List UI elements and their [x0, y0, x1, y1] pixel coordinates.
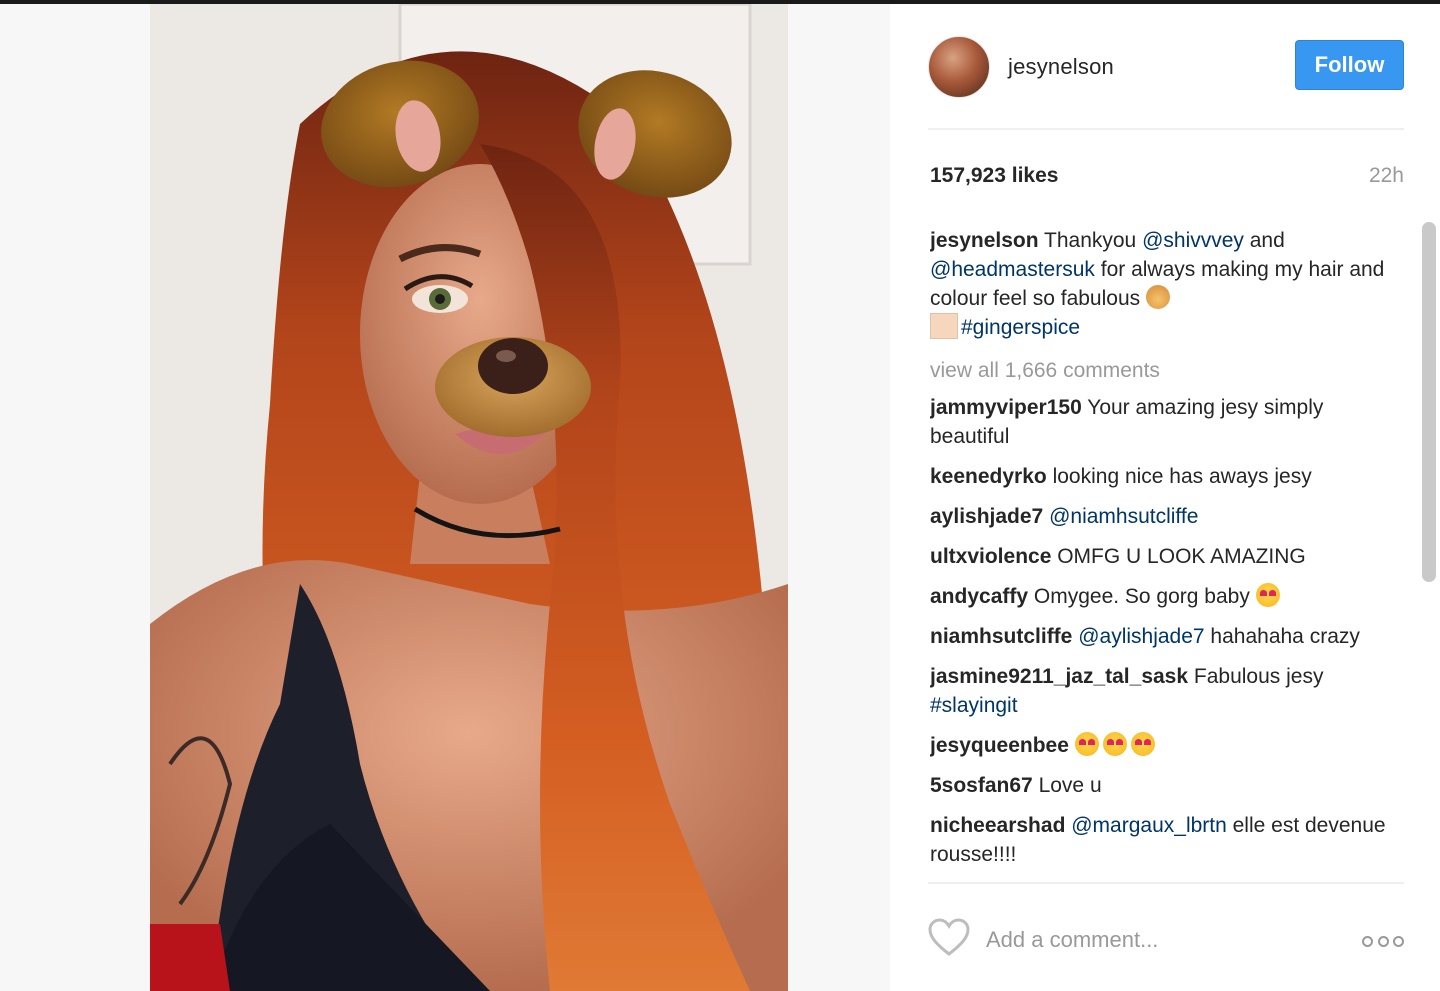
post-caption: jesynelson Thankyou @shivvvey and @headm…: [930, 226, 1408, 342]
post-side-panel: jesynelson Follow 157,923 likes 22h jesy…: [928, 4, 1404, 991]
list-item: jammyviper150 Your amazing jesy simply b…: [930, 393, 1408, 451]
divider: [928, 882, 1404, 884]
caption-text: and: [1243, 229, 1285, 252]
likes-count[interactable]: 157,923 likes: [930, 164, 1058, 188]
comment-username[interactable]: jasmine9211_jaz_tal_sask: [930, 665, 1188, 688]
heart-eyes-emoji-icon: [1255, 583, 1280, 607]
comment-username[interactable]: jesyqueenbee: [930, 734, 1069, 757]
caption-text: Thankyou: [1038, 229, 1143, 252]
comment-mention[interactable]: @aylishjade7: [1072, 625, 1204, 648]
heart-eyes-emoji-icon: [1074, 732, 1099, 756]
comment-text: Omygee. So gorg baby: [1028, 585, 1256, 608]
comment-username[interactable]: keenedyrko: [930, 465, 1047, 488]
list-item: 5sosfan67 Love u: [930, 771, 1408, 800]
comment-mention[interactable]: @niamhsutcliffe: [1043, 505, 1198, 528]
divider: [928, 128, 1404, 130]
comments-list: jesynelson Thankyou @shivvvey and @headm…: [930, 226, 1408, 881]
heart-eyes-emoji-icon: [1130, 732, 1155, 756]
post-header: jesynelson Follow: [928, 34, 1404, 100]
list-item: jesyqueenbee: [930, 731, 1408, 760]
list-item: keenedyrko looking nice has aways jesy: [930, 462, 1408, 491]
comment-mention[interactable]: @margaux_lbrtn: [1065, 814, 1227, 837]
comment-text: [1069, 734, 1075, 757]
list-item: niamhsutcliffe @aylishjade7 hahahaha cra…: [930, 622, 1408, 651]
comment-hashtag[interactable]: #slayingit: [930, 694, 1018, 717]
comment-username[interactable]: andycaffy: [930, 585, 1028, 608]
post-photo[interactable]: [150, 4, 788, 991]
post-username[interactable]: jesynelson: [1008, 54, 1114, 80]
caption-username[interactable]: jesynelson: [930, 229, 1039, 252]
photo-area: [0, 4, 890, 991]
follow-button[interactable]: Follow: [1295, 40, 1404, 90]
comment-text: hahahaha crazy: [1204, 625, 1360, 648]
list-item: jasmine9211_jaz_tal_sask Fabulous jesy #…: [930, 662, 1408, 720]
comment-username[interactable]: nicheearshad: [930, 814, 1065, 837]
dot-icon: [1393, 935, 1404, 947]
comment-text: OMFG U LOOK AMAZING: [1051, 545, 1306, 568]
comment-text: Fabulous jesy: [1188, 665, 1324, 688]
heart-outline-icon[interactable]: [928, 918, 970, 958]
comment-username[interactable]: 5sosfan67: [930, 774, 1033, 797]
caption-mention[interactable]: @shivvvey: [1142, 229, 1244, 252]
caption-mention[interactable]: @headmastersuk: [930, 258, 1095, 281]
comment-username[interactable]: aylishjade7: [930, 505, 1043, 528]
list-item: nicheearshad @margaux_lbrtn elle est dev…: [930, 811, 1408, 869]
add-comment-input[interactable]: [986, 920, 1346, 960]
woman-emoji-icon: [1145, 285, 1170, 309]
comment-text: Love u: [1032, 774, 1102, 797]
avatar[interactable]: [928, 36, 990, 98]
heart-eyes-emoji-icon: [1102, 732, 1127, 756]
dot-icon: [1362, 935, 1373, 947]
view-all-comments-link[interactable]: view all 1,666 comments: [930, 356, 1408, 385]
caption-hashtag[interactable]: #gingerspice: [961, 316, 1080, 339]
post-time[interactable]: 22h: [1369, 164, 1404, 188]
comment-text: looking nice has aways jesy: [1046, 465, 1312, 488]
list-item: aylishjade7 @niamhsutcliffe: [930, 502, 1408, 531]
more-options-icon[interactable]: [1362, 934, 1404, 948]
comments-scrollbar[interactable]: [1422, 222, 1436, 582]
dot-icon: [1377, 935, 1389, 947]
comment-username[interactable]: niamhsutcliffe: [930, 625, 1072, 648]
comment-username[interactable]: ultxviolence: [930, 545, 1051, 568]
color-swatch-icon: [930, 313, 958, 339]
post-photo-illustration: [150, 4, 788, 991]
list-item: ultxviolence OMFG U LOOK AMAZING: [930, 542, 1408, 571]
list-item: andycaffy Omygee. So gorg baby: [930, 582, 1408, 611]
comment-username[interactable]: jammyviper150: [930, 396, 1082, 419]
